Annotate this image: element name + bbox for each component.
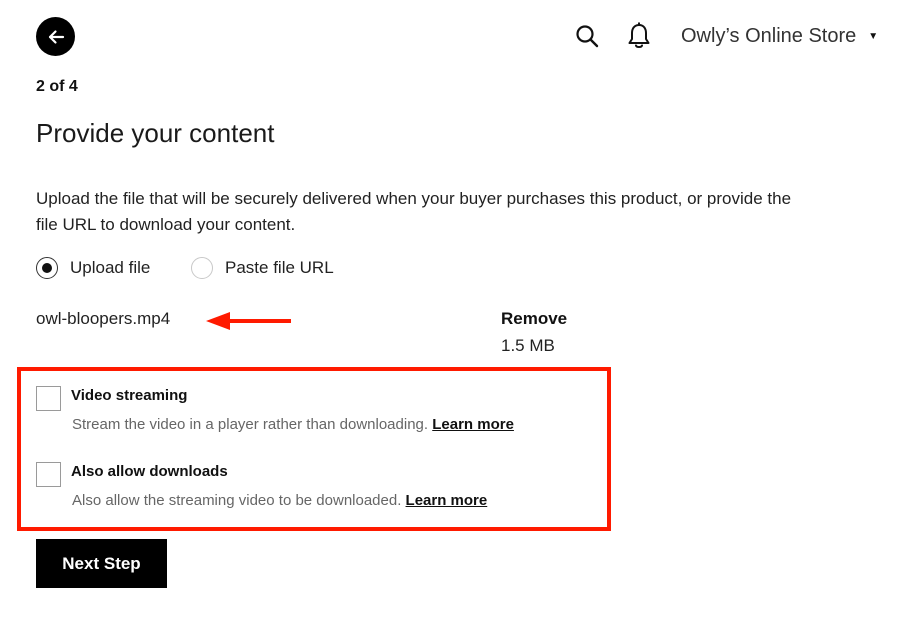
allow-downloads-help-text: Also allow the streaming video to be dow… — [72, 492, 402, 509]
step-description: Upload the file that will be securely de… — [36, 189, 792, 234]
paste-url-option[interactable]: Paste file URL — [191, 255, 334, 281]
caret-down-icon: ▼ — [868, 30, 879, 42]
upload-file-radio[interactable] — [36, 257, 58, 279]
video-streaming-learn-more-link[interactable]: Learn more — [432, 416, 514, 433]
step-counter: 2 of 4 — [36, 78, 78, 95]
video-streaming-checkbox[interactable] — [36, 386, 61, 411]
bell-icon — [628, 22, 650, 48]
allow-downloads-help: Also allow the streaming video to be dow… — [72, 492, 487, 509]
store-name: Owly’s Online Store — [681, 24, 857, 47]
page-title: Provide your content — [36, 118, 275, 148]
next-step-button[interactable]: Next Step — [36, 539, 167, 588]
uploaded-file-name: owl-bloopers.mp4 — [36, 309, 171, 328]
remove-file-button[interactable]: Remove — [501, 309, 567, 329]
file-size: 1.5 MB — [501, 336, 555, 355]
store-menu[interactable]: Owly’s Online Store ▼ — [681, 24, 878, 48]
arrow-left-icon — [48, 29, 64, 44]
video-streaming-help-text: Stream the video in a player rather than… — [72, 416, 429, 433]
upload-file-option[interactable]: Upload file — [36, 255, 150, 281]
annotation-arrow — [206, 312, 291, 330]
notifications-button[interactable] — [626, 22, 652, 50]
search-icon — [576, 25, 599, 48]
upload-file-label: Upload file — [70, 258, 151, 277]
paste-url-label: Paste file URL — [225, 258, 334, 277]
video-streaming-help: Stream the video in a player rather than… — [72, 416, 514, 433]
paste-url-radio[interactable] — [191, 257, 213, 279]
allow-downloads-checkbox[interactable] — [36, 462, 61, 487]
allow-downloads-title: Also allow downloads — [71, 463, 228, 480]
allow-downloads-learn-more-link[interactable]: Learn more — [406, 492, 488, 509]
search-button[interactable] — [575, 24, 599, 48]
video-streaming-title: Video streaming — [71, 387, 188, 404]
back-button[interactable] — [36, 17, 75, 56]
